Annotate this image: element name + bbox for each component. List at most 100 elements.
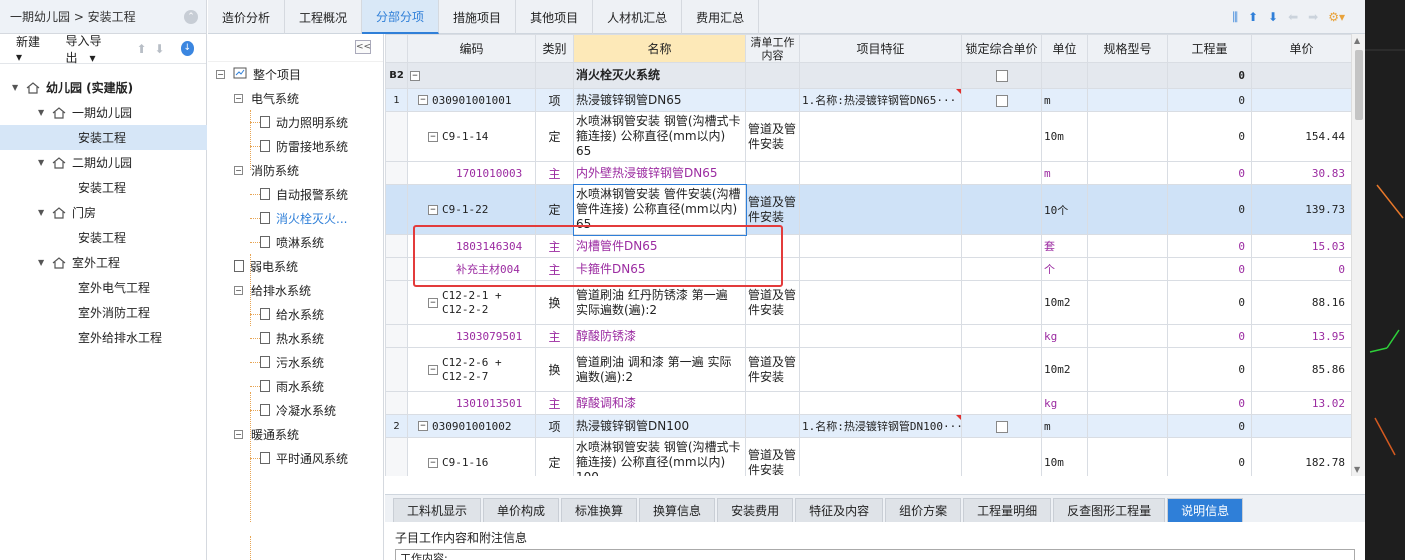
collapse-box-icon[interactable]: − bbox=[234, 285, 243, 295]
bottom-tab[interactable]: 工程量明细 bbox=[963, 498, 1052, 522]
type-cell[interactable]: 主 bbox=[535, 161, 574, 185]
bottom-tab[interactable]: 安装费用 bbox=[717, 498, 794, 522]
tree-node[interactable]: 弱电系统 bbox=[234, 254, 298, 278]
name-cell[interactable]: 管道刷油 调和漆 第一遍 实际遍数(遍):2 bbox=[573, 347, 746, 392]
work-content-cell[interactable] bbox=[745, 324, 800, 348]
spec-cell[interactable] bbox=[1087, 437, 1168, 476]
name-cell[interactable]: 热浸镀锌钢管DN100 bbox=[573, 414, 746, 438]
spec-cell[interactable] bbox=[1087, 161, 1168, 185]
unit-cell[interactable]: 10m bbox=[1041, 111, 1088, 162]
unit-cell[interactable]: m bbox=[1041, 161, 1088, 185]
feature-cell[interactable] bbox=[799, 437, 962, 476]
table-row[interactable]: 1−030901001001 项热浸镀锌钢管DN65 1.名称:热浸镀锌钢管DN65… bbox=[385, 88, 1351, 112]
tree-node[interactable]: 热水系统 bbox=[260, 326, 324, 350]
expand-toggle-icon[interactable]: ▼ bbox=[38, 108, 48, 117]
spec-cell[interactable] bbox=[1087, 280, 1168, 325]
name-cell[interactable]: 管道刷油 红丹防锈漆 第一遍 实际遍数(遍):2 bbox=[573, 280, 746, 325]
work-content-cell[interactable] bbox=[745, 161, 800, 185]
quantity-cell[interactable]: 0 bbox=[1167, 161, 1252, 185]
lock-price-cell[interactable] bbox=[961, 391, 1042, 415]
unit-price-cell[interactable] bbox=[1251, 62, 1351, 89]
spec-cell[interactable] bbox=[1087, 184, 1168, 235]
code-cell[interactable]: 1303079501 bbox=[407, 324, 536, 348]
work-content-cell[interactable] bbox=[745, 414, 800, 438]
column-header[interactable]: 锁定综合单价 bbox=[961, 34, 1042, 63]
tab-item[interactable]: 措施项目 bbox=[439, 0, 517, 34]
lock-price-cell[interactable] bbox=[961, 111, 1042, 162]
type-cell[interactable]: 项 bbox=[535, 414, 574, 438]
feature-cell[interactable] bbox=[799, 111, 962, 162]
feature-cell[interactable]: 1.名称:热浸镀锌钢管DN65··· bbox=[799, 88, 962, 112]
collapse-box-icon[interactable]: − bbox=[234, 429, 243, 439]
collapse-box-icon[interactable]: − bbox=[410, 70, 420, 81]
unit-price-cell[interactable]: 13.02 bbox=[1251, 391, 1351, 415]
tree-node[interactable]: 自动报警系统 bbox=[260, 182, 348, 206]
project-item[interactable]: ▼ 二期幼儿园 bbox=[0, 150, 207, 175]
unit-price-cell[interactable]: 139.73 bbox=[1251, 184, 1351, 235]
collapse-box-icon[interactable]: − bbox=[418, 95, 428, 105]
quantity-cell[interactable]: 0 bbox=[1167, 324, 1252, 348]
unit-cell[interactable]: 10个 bbox=[1041, 184, 1088, 235]
row-header[interactable]: 1 bbox=[385, 88, 408, 112]
name-cell[interactable]: 醇酸调和漆 bbox=[573, 391, 746, 415]
spec-cell[interactable] bbox=[1087, 391, 1168, 415]
collapse-box-icon[interactable]: − bbox=[428, 204, 438, 215]
feature-cell[interactable] bbox=[799, 161, 962, 185]
bottom-tab[interactable]: 反查图形工程量 bbox=[1053, 498, 1166, 522]
unit-price-cell[interactable]: 0 bbox=[1251, 257, 1351, 281]
column-header[interactable]: 单价 bbox=[1251, 34, 1351, 63]
type-cell[interactable]: 换 bbox=[535, 280, 574, 325]
feature-cell[interactable]: 1.名称:热浸镀锌钢管DN100··· bbox=[799, 414, 962, 438]
expand-toggle-icon[interactable]: ▼ bbox=[38, 208, 48, 217]
quantity-cell[interactable]: 0 bbox=[1167, 62, 1252, 89]
code-cell[interactable]: 1301013501 bbox=[407, 391, 536, 415]
feature-cell[interactable] bbox=[799, 347, 962, 392]
unit-cell[interactable]: kg bbox=[1041, 391, 1088, 415]
table-row[interactable]: 1701010003 主内外壁热浸镀锌钢管DN65 m 0 30.83 bbox=[385, 161, 1351, 185]
row-header[interactable] bbox=[385, 161, 408, 185]
row-header[interactable] bbox=[385, 391, 408, 415]
tree-node[interactable]: − 暖通系统 bbox=[234, 422, 299, 446]
lock-price-cell[interactable] bbox=[961, 324, 1042, 348]
feature-cell[interactable] bbox=[799, 280, 962, 325]
column-header[interactable]: 项目特征 bbox=[799, 34, 962, 63]
lock-price-cell[interactable] bbox=[961, 161, 1042, 185]
column-header[interactable]: 工程量 bbox=[1167, 34, 1252, 63]
project-item[interactable]: 安装工程 bbox=[0, 225, 207, 250]
scroll-down-icon[interactable]: ▼ bbox=[1354, 465, 1360, 474]
type-cell[interactable]: 换 bbox=[535, 347, 574, 392]
unit-cell[interactable]: 10m2 bbox=[1041, 280, 1088, 325]
collapse-box-icon[interactable]: − bbox=[234, 165, 243, 175]
column-header[interactable]: 清单工作内容 bbox=[745, 34, 800, 63]
lock-checkbox[interactable] bbox=[995, 70, 1008, 82]
row-header[interactable]: 2 bbox=[385, 414, 408, 438]
type-cell[interactable] bbox=[535, 62, 574, 89]
row-header[interactable] bbox=[385, 324, 408, 348]
table-row[interactable]: 2−030901001002 项热浸镀锌钢管DN100 1.名称:热浸镀锌钢管DN1… bbox=[385, 414, 1351, 438]
work-content-cell[interactable]: 管道及管件安装 bbox=[745, 280, 800, 325]
tree-node[interactable]: 冷凝水系统 bbox=[260, 398, 336, 422]
tree-node[interactable]: 雨水系统 bbox=[260, 374, 324, 398]
work-content-cell[interactable]: 管道及管件安装 bbox=[745, 437, 800, 476]
quantity-cell[interactable]: 0 bbox=[1167, 111, 1252, 162]
code-cell[interactable]: − bbox=[407, 62, 536, 89]
column-header[interactable]: 单位 bbox=[1041, 34, 1088, 63]
work-content-cell[interactable]: 管道及管件安装 bbox=[745, 111, 800, 162]
arrow-up-icon[interactable]: ⬆ bbox=[1248, 10, 1258, 25]
type-cell[interactable]: 定 bbox=[535, 437, 574, 476]
scroll-up-icon[interactable]: ▲ bbox=[1354, 36, 1360, 45]
unit-price-cell[interactable]: 154.44 bbox=[1251, 111, 1351, 162]
download-icon[interactable]: ↓ bbox=[180, 41, 194, 56]
column-header[interactable]: 类别 bbox=[535, 34, 574, 63]
bottom-tab[interactable]: 说明信息 bbox=[1167, 498, 1244, 522]
quantity-cell[interactable]: 0 bbox=[1167, 88, 1252, 112]
bottom-tab[interactable]: 工料机显示 bbox=[393, 498, 482, 522]
move-down-icon[interactable]: ⬇ bbox=[155, 42, 165, 56]
feature-cell[interactable] bbox=[799, 62, 962, 89]
spec-cell[interactable] bbox=[1087, 62, 1168, 89]
type-cell[interactable]: 定 bbox=[535, 111, 574, 162]
tree-node[interactable]: − 整个项目 bbox=[216, 62, 301, 86]
unit-price-cell[interactable]: 88.16 bbox=[1251, 280, 1351, 325]
feature-cell[interactable] bbox=[799, 324, 962, 348]
unit-cell[interactable]: kg bbox=[1041, 324, 1088, 348]
